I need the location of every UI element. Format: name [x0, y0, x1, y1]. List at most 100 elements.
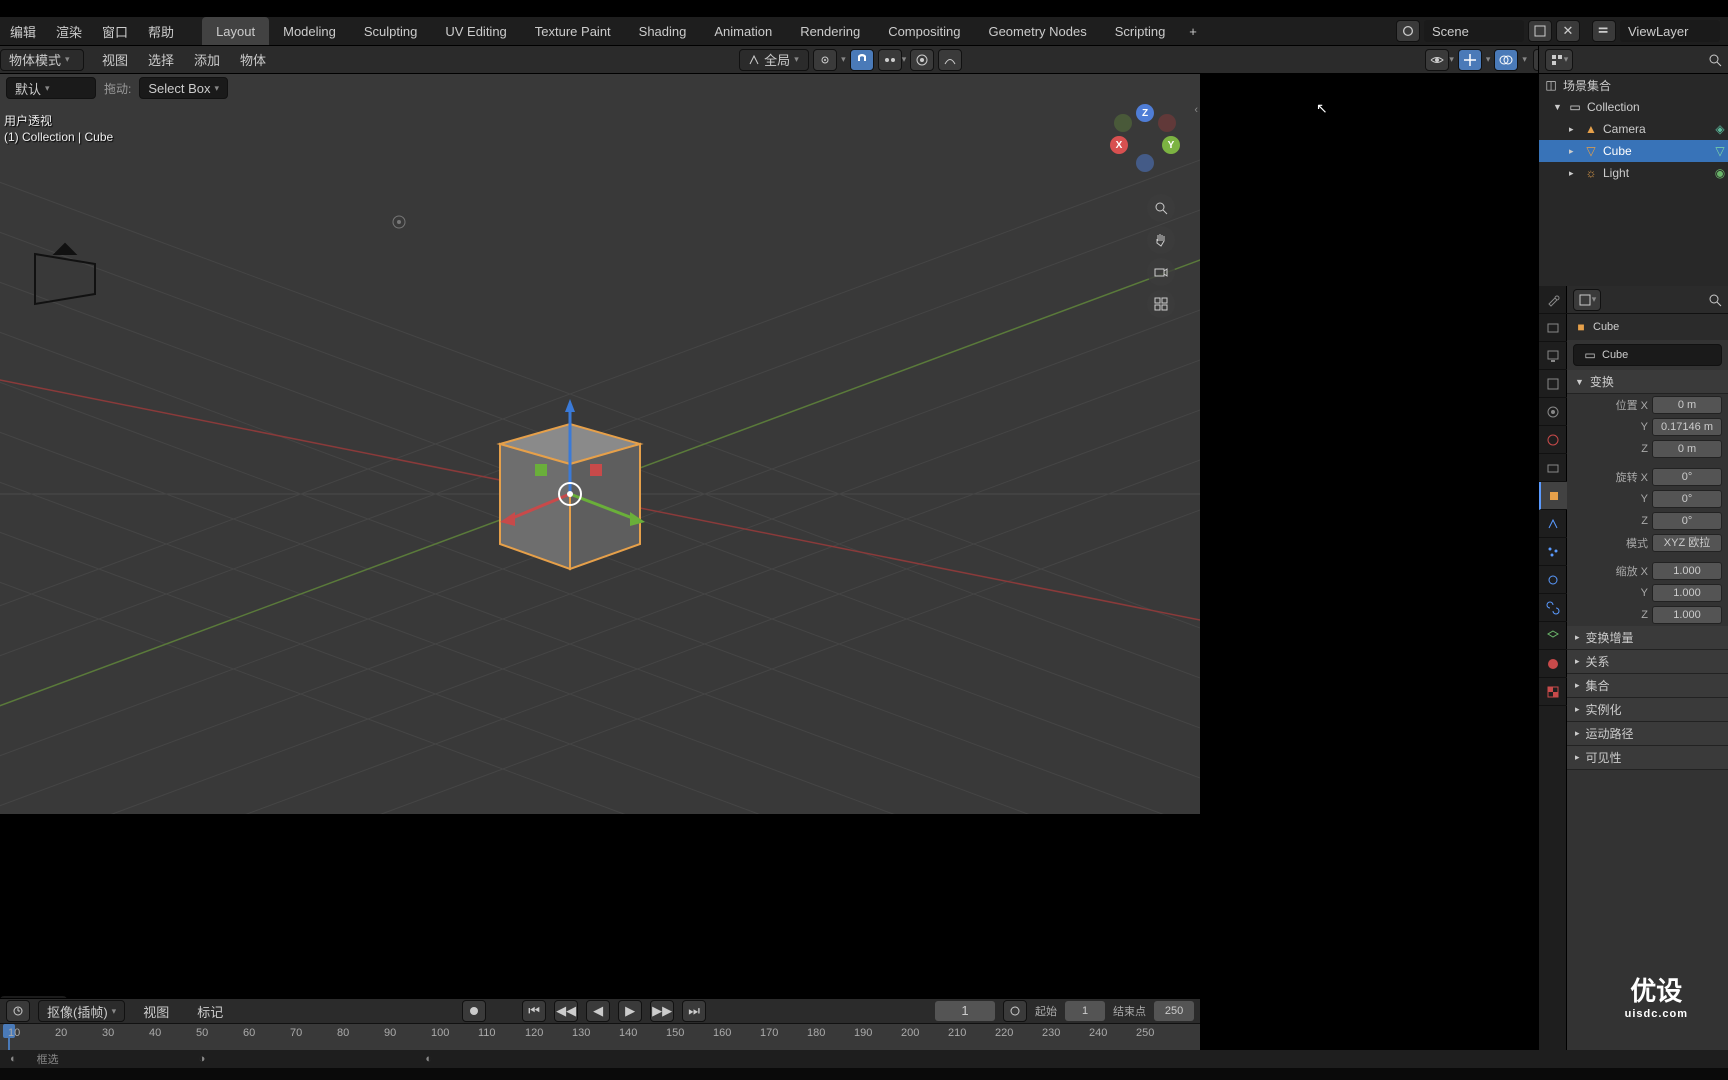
location-x-field[interactable]: 0 m: [1652, 396, 1722, 414]
visibility-dropdown[interactable]: ▾: [1449, 54, 1454, 65]
play-reverse-icon[interactable]: ◀: [586, 1000, 610, 1022]
prop-tab-collection[interactable]: [1539, 454, 1567, 482]
proportional-falloff-icon[interactable]: [938, 49, 962, 71]
keyframe-next-icon[interactable]: ▶▶: [650, 1000, 674, 1022]
outliner-root[interactable]: ◫ 场景集合: [1539, 74, 1728, 96]
3d-viewport[interactable]: 用户透视 (1) Collection | Cube Z Y X ‹: [0, 74, 1200, 814]
rotation-mode-field[interactable]: XYZ 欧拉: [1652, 534, 1722, 552]
expand-icon[interactable]: ▸: [1569, 146, 1579, 157]
light-data-icon[interactable]: ◉: [1712, 166, 1728, 180]
overlays-toggle-icon[interactable]: [1494, 49, 1518, 71]
overlays-dropdown[interactable]: ▾: [1522, 54, 1527, 65]
snap-toggle-icon[interactable]: [850, 49, 874, 71]
gizmo-z-axis[interactable]: Z: [1136, 104, 1154, 122]
viewlayer-name-field[interactable]: ViewLayer: [1620, 20, 1720, 42]
sidebar-toggle[interactable]: ‹: [1194, 104, 1198, 116]
tab-rendering[interactable]: Rendering: [786, 17, 874, 45]
end-frame-field[interactable]: 250: [1154, 1001, 1194, 1021]
pivot-dropdown[interactable]: ▾: [841, 54, 846, 65]
jump-end-icon[interactable]: ⏭: [682, 1000, 706, 1022]
properties-search-icon[interactable]: [1708, 293, 1722, 307]
play-icon[interactable]: ▶: [618, 1000, 642, 1022]
prop-tab-material[interactable]: [1539, 650, 1567, 678]
keyframe-prev-icon[interactable]: ◀◀: [554, 1000, 578, 1022]
pivot-icon[interactable]: [813, 49, 837, 71]
prop-tab-world[interactable]: [1539, 426, 1567, 454]
outliner-collection[interactable]: ▼ ▭ Collection: [1539, 96, 1728, 118]
prop-tab-data[interactable]: [1539, 622, 1567, 650]
scale-y-field[interactable]: 1.000: [1652, 584, 1722, 602]
mesh-data-icon[interactable]: ▽: [1712, 144, 1728, 158]
gizmo-dropdown[interactable]: ▾: [1486, 54, 1491, 65]
gizmo-neg-x[interactable]: [1158, 114, 1176, 132]
panel-collections-header[interactable]: ▸集合: [1567, 674, 1728, 698]
outliner-editor-type[interactable]: ▾: [1545, 49, 1573, 71]
scale-x-field[interactable]: 1.000: [1652, 562, 1722, 580]
expand-icon[interactable]: ▼: [1553, 102, 1563, 112]
panel-relations-header[interactable]: ▸关系: [1567, 650, 1728, 674]
visibility-icon[interactable]: [1425, 49, 1449, 71]
panel-delta-transform-header[interactable]: ▸变换增量: [1567, 626, 1728, 650]
panel-motion-paths-header[interactable]: ▸运动路径: [1567, 722, 1728, 746]
select-menu[interactable]: 选择: [138, 46, 184, 73]
tab-uv-editing[interactable]: UV Editing: [431, 17, 520, 45]
gizmo-neg-z[interactable]: [1136, 154, 1154, 172]
expand-icon[interactable]: ▸: [1569, 168, 1579, 179]
scene-close-icon[interactable]: ✕: [1556, 20, 1580, 42]
tool-preset-dropdown[interactable]: 默认▾: [6, 77, 96, 99]
rotation-z-field[interactable]: 0°: [1652, 512, 1722, 530]
prop-tab-tool[interactable]: [1539, 286, 1567, 314]
rotation-y-field[interactable]: 0°: [1652, 490, 1722, 508]
help-menu[interactable]: 帮助: [138, 17, 184, 45]
timeline-ruler[interactable]: 1020304050607080901001101201301401501601…: [0, 1023, 1200, 1051]
timeline-view-menu[interactable]: 视图: [133, 999, 179, 1023]
prop-tab-constraints[interactable]: [1539, 594, 1567, 622]
object-menu[interactable]: 物体: [230, 46, 276, 73]
tab-scripting[interactable]: Scripting: [1101, 17, 1180, 45]
outliner-item-light[interactable]: ▸ ☼ Light ◉: [1539, 162, 1728, 184]
tab-texture-paint[interactable]: Texture Paint: [521, 17, 625, 45]
panel-instancing-header[interactable]: ▸实例化: [1567, 698, 1728, 722]
scale-z-field[interactable]: 1.000: [1652, 606, 1722, 624]
jump-start-icon[interactable]: ⏮: [522, 1000, 546, 1022]
zoom-icon[interactable]: [1147, 194, 1175, 222]
view-menu[interactable]: 视图: [92, 46, 138, 73]
viewlayer-browse-icon[interactable]: [1592, 20, 1616, 42]
tab-geometry-nodes[interactable]: Geometry Nodes: [974, 17, 1100, 45]
tab-shading[interactable]: Shading: [625, 17, 701, 45]
gizmo-toggle-icon[interactable]: [1458, 49, 1482, 71]
prop-tab-modifiers[interactable]: [1539, 510, 1567, 538]
location-y-field[interactable]: 0.17146 m: [1652, 418, 1722, 436]
rotation-x-field[interactable]: 0°: [1652, 468, 1722, 486]
drag-tool-dropdown[interactable]: Select Box▾: [139, 77, 228, 99]
proportional-edit-icon[interactable]: [910, 49, 934, 71]
gizmo-x-axis[interactable]: X: [1110, 136, 1128, 154]
mode-dropdown[interactable]: 物体模式▾: [0, 49, 84, 71]
location-z-field[interactable]: 0 m: [1652, 440, 1722, 458]
tab-compositing[interactable]: Compositing: [874, 17, 974, 45]
auto-keyframe-icon[interactable]: [462, 1000, 486, 1022]
scene-name-field[interactable]: Scene: [1424, 20, 1524, 42]
frame-range-icon[interactable]: [1003, 1000, 1027, 1022]
prop-tab-object[interactable]: [1539, 482, 1567, 510]
prop-tab-output[interactable]: [1539, 342, 1567, 370]
camera-data-icon[interactable]: ◈: [1712, 122, 1728, 136]
orientation-dropdown[interactable]: 全局▾: [739, 49, 809, 71]
scene-browse-icon[interactable]: [1396, 20, 1420, 42]
panel-visibility-header[interactable]: ▸可见性: [1567, 746, 1728, 770]
add-menu[interactable]: 添加: [184, 46, 230, 73]
prop-tab-physics[interactable]: [1539, 566, 1567, 594]
panel-transform-header[interactable]: ▼ 变换: [1567, 370, 1728, 394]
prop-tab-particles[interactable]: [1539, 538, 1567, 566]
gizmo-y-axis[interactable]: Y: [1162, 136, 1180, 154]
timeline-editor-type[interactable]: [6, 1000, 30, 1022]
prop-tab-render[interactable]: [1539, 314, 1567, 342]
file-menu[interactable]: 编辑: [0, 17, 46, 45]
prop-tab-texture[interactable]: [1539, 678, 1567, 706]
snap-element-icon[interactable]: [878, 49, 902, 71]
outliner-item-camera[interactable]: ▸ ▲ Camera ◈: [1539, 118, 1728, 140]
pan-icon[interactable]: [1147, 226, 1175, 254]
properties-editor-type[interactable]: ▾: [1573, 289, 1601, 311]
keying-dropdown[interactable]: 抠像(插帧)▾: [38, 1000, 125, 1022]
tab-animation[interactable]: Animation: [700, 17, 786, 45]
